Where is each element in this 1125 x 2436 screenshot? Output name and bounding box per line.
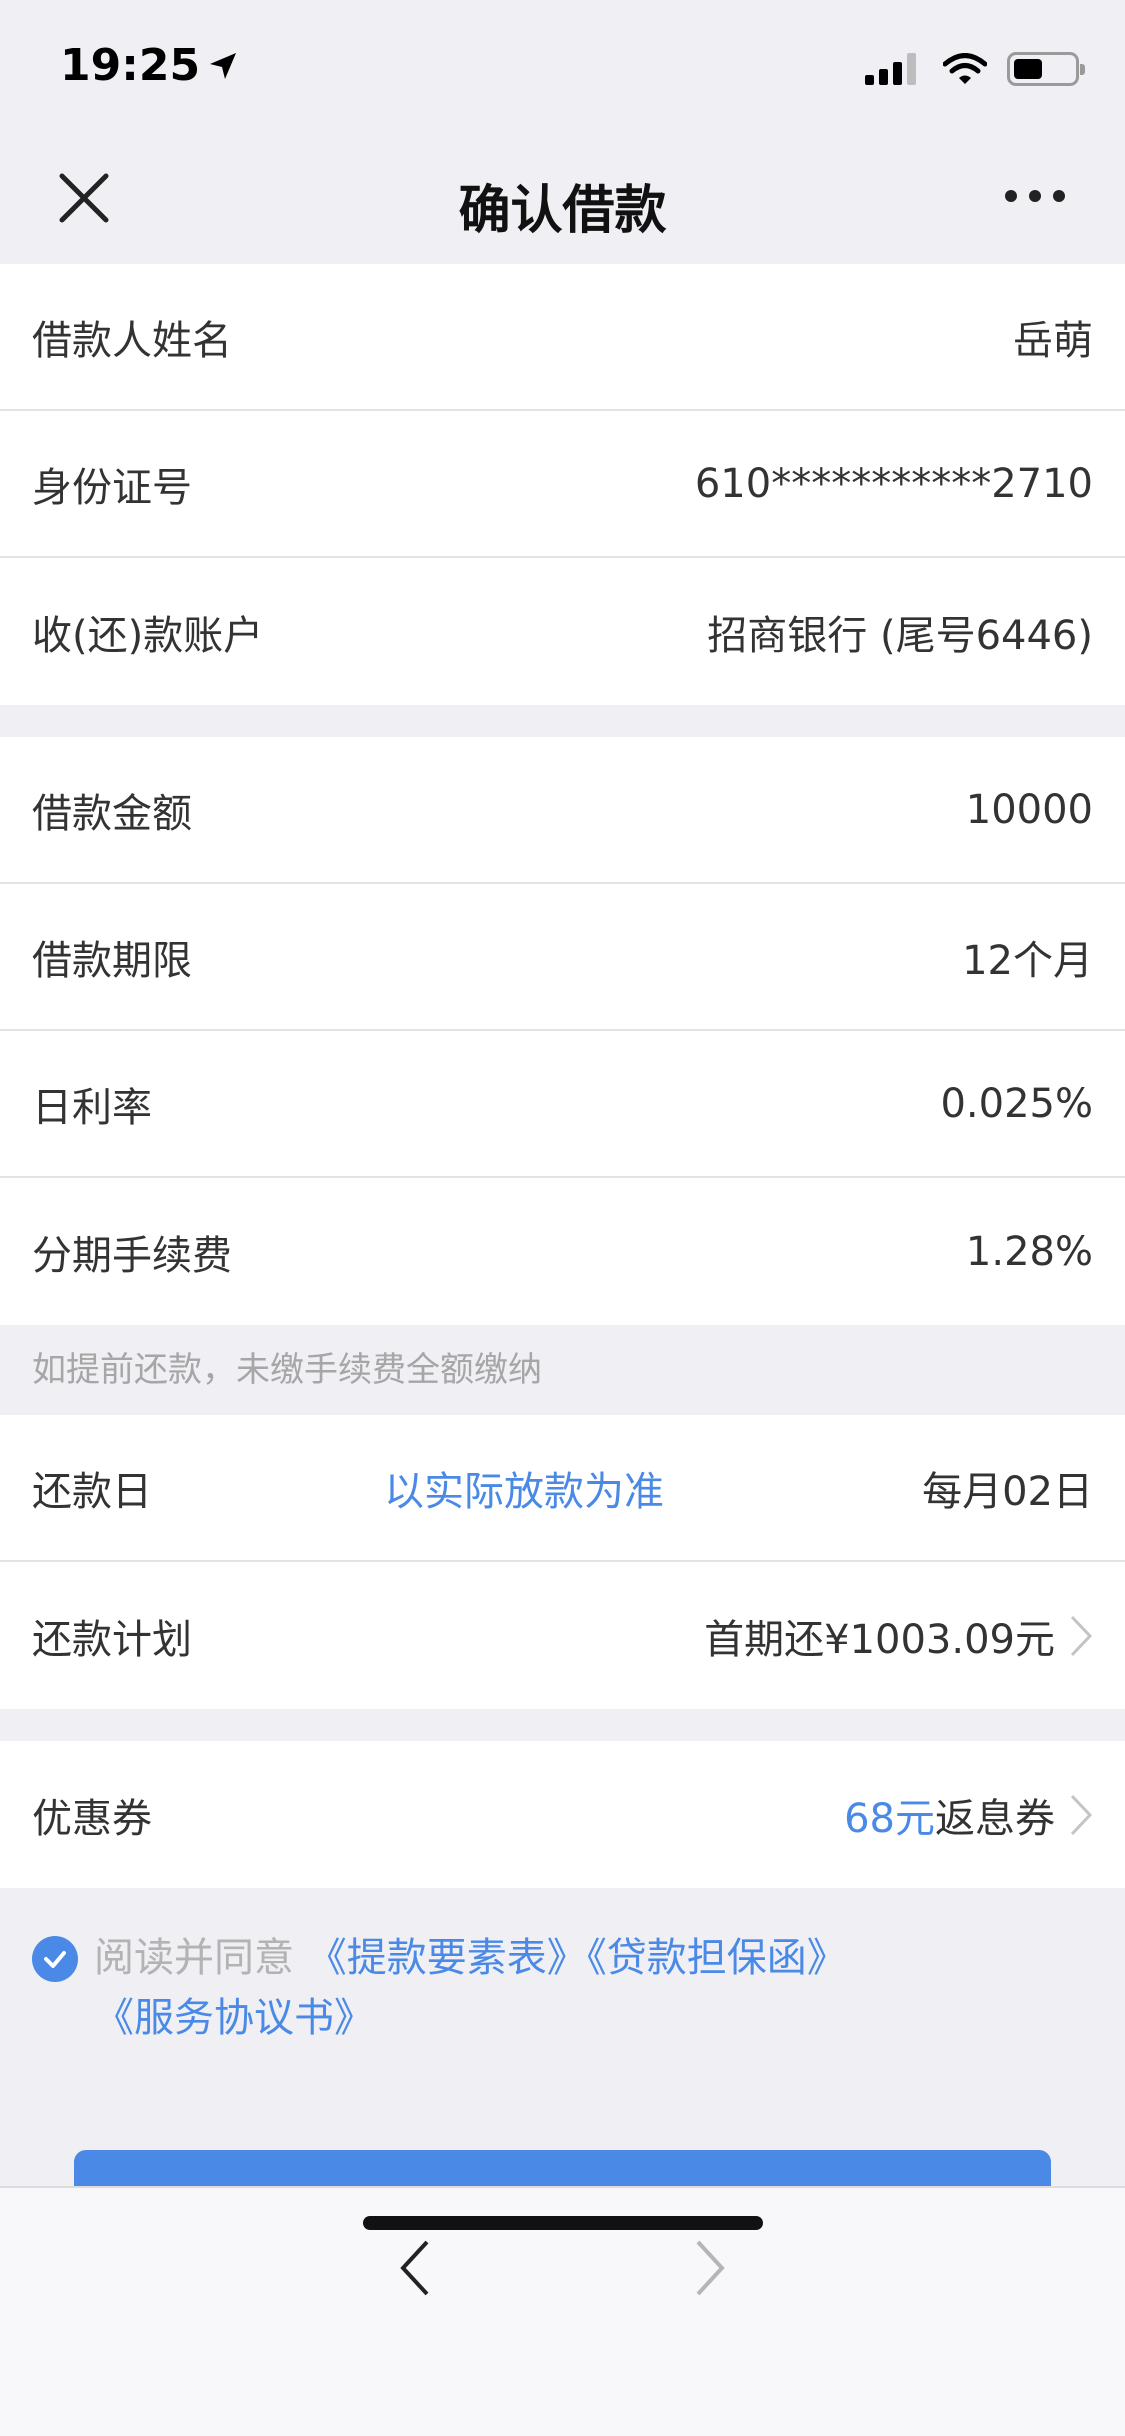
borrower-name-label: 借款人姓名 (32, 317, 232, 364)
id-number-value: 610***********2710 (694, 460, 1093, 507)
prepayment-note: 如提前还款，未缴手续费全额缴纳 (32, 1350, 542, 1390)
account-value: 招商银行 (尾号6446) (707, 612, 1093, 659)
loan-confirm-page: 19:25 确认借款 借款人姓名 岳萌 身份证号 610***********2… (0, 0, 1125, 2436)
status-time-text: 19:25 (60, 40, 201, 91)
confirm-loan-button[interactable] (74, 2150, 1051, 2190)
loan-guarantee-link[interactable]: 《贷款担保函》 (587, 1935, 847, 1981)
agreement-checkbox[interactable] (32, 1936, 78, 1982)
coupon-amount: 68元 (844, 1795, 935, 1842)
more-icon[interactable] (993, 190, 1065, 202)
service-agreement-link[interactable]: 《服务协议书》 (94, 1995, 374, 2041)
id-number-label: 身份证号 (32, 464, 192, 511)
borrower-name-row: 借款人姓名 岳萌 (0, 264, 1125, 411)
chevron-right-icon (1070, 1794, 1093, 1835)
id-number-row: 身份证号 610***********2710 (0, 411, 1125, 558)
drawdown-elements-link[interactable]: 《提款要素表》 (307, 1935, 587, 1981)
loan-terms-group: 借款金额 10000 借款期限 12个月 日利率 0.025% 分期手续费 1.… (0, 737, 1125, 1325)
status-icons (865, 52, 1085, 86)
nav-bar: 确认借款 (0, 132, 1125, 264)
agreement-section: 阅读并同意 《提款要素表》《贷款担保函》《服务协议书》 (0, 1928, 1125, 2048)
installment-fee-value: 1.28% (965, 1228, 1093, 1275)
borrower-info-group: 借款人姓名 岳萌 身份证号 610***********2710 收(还)款账户… (0, 264, 1125, 705)
location-arrow-icon (210, 52, 237, 79)
repay-plan-row[interactable]: 还款计划 首期还¥1003.09元 (0, 1562, 1125, 1709)
installment-fee-row: 分期手续费 1.28% (0, 1178, 1125, 1325)
agreement-prefix: 阅读并同意 (94, 1935, 294, 1981)
daily-rate-value: 0.025% (940, 1080, 1093, 1127)
checkmark-icon (44, 1951, 66, 1968)
loan-term-value: 12个月 (962, 937, 1093, 984)
borrower-name-value: 岳萌 (1013, 317, 1093, 364)
status-time: 19:25 (60, 40, 238, 91)
repay-plan-label: 还款计划 (32, 1616, 192, 1663)
page-title: 确认借款 (458, 181, 667, 241)
wifi-icon (943, 53, 987, 84)
account-row: 收(还)款账户 招商银行 (尾号6446) (0, 558, 1125, 705)
agreement-text: 阅读并同意 《提款要素表》《贷款担保函》《服务协议书》 (94, 1928, 1093, 2048)
coupon-row[interactable]: 优惠券 68元 返息券 (0, 1741, 1125, 1888)
coupon-value-wrap: 68元 返息券 (844, 1786, 1093, 1844)
loan-term-row: 借款期限 12个月 (0, 884, 1125, 1031)
loan-amount-row: 借款金额 10000 (0, 737, 1125, 884)
forward-arrow-icon[interactable] (690, 2238, 730, 2298)
loan-amount-value: 10000 (965, 786, 1093, 833)
repayment-group: 还款日 以实际放款为准 每月02日 还款计划 首期还¥1003.09元 (0, 1415, 1125, 1709)
cellular-signal-icon (865, 53, 921, 85)
coupon-label: 优惠券 (32, 1795, 152, 1842)
repay-day-note: 以实际放款为准 (384, 1468, 664, 1515)
loan-amount-label: 借款金额 (32, 790, 192, 837)
loan-term-label: 借款期限 (32, 937, 192, 984)
status-bar: 19:25 (0, 0, 1125, 132)
repay-plan-value-wrap: 首期还¥1003.09元 (704, 1607, 1093, 1665)
repay-day-value: 每月02日 (922, 1468, 1093, 1515)
back-arrow-icon[interactable] (395, 2238, 435, 2298)
installment-fee-label: 分期手续费 (32, 1232, 232, 1279)
repay-plan-value: 首期还¥1003.09元 (704, 1616, 1055, 1663)
account-label: 收(还)款账户 (32, 612, 264, 659)
home-indicator (363, 2216, 763, 2230)
repay-day-row: 还款日 以实际放款为准 每月02日 (0, 1415, 1125, 1562)
daily-rate-row: 日利率 0.025% (0, 1031, 1125, 1178)
battery-icon (1007, 52, 1085, 86)
daily-rate-label: 日利率 (32, 1084, 152, 1131)
chevron-right-icon (1070, 1615, 1093, 1656)
repay-day-label: 还款日 (32, 1468, 152, 1515)
coupon-suffix: 返息券 (935, 1795, 1055, 1842)
coupon-group: 优惠券 68元 返息券 (0, 1741, 1125, 1888)
content: 借款人姓名 岳萌 身份证号 610***********2710 收(还)款账户… (0, 264, 1125, 1888)
